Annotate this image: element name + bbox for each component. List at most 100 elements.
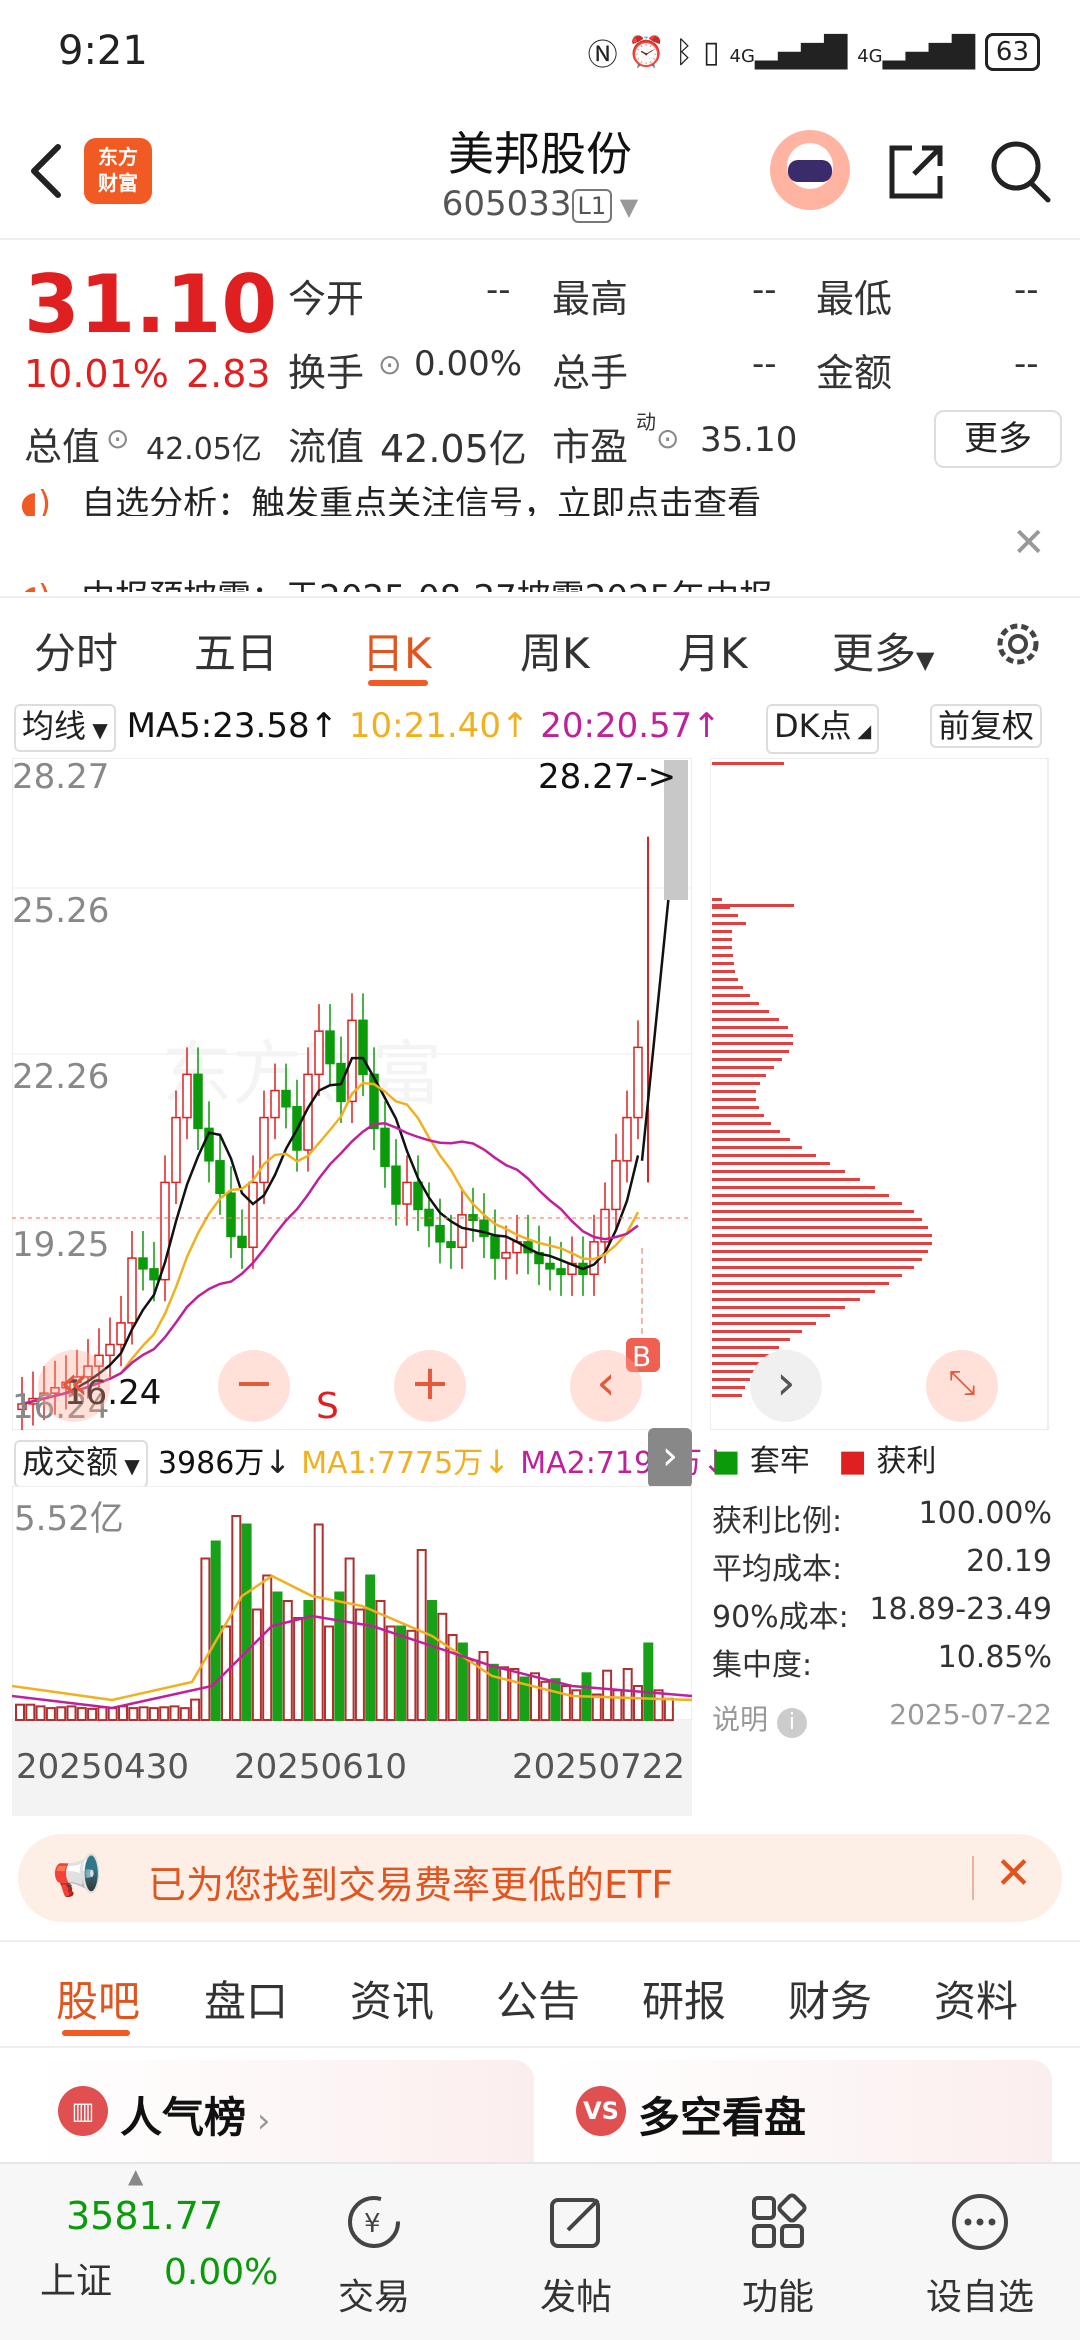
tab-monthly-k[interactable]: 月K xyxy=(678,620,748,681)
assistant-robot-icon[interactable] xyxy=(770,130,850,210)
ma-selector[interactable]: 均线 ▼ xyxy=(14,704,116,752)
candle xyxy=(446,1241,456,1249)
tab-announcements[interactable]: 公告 xyxy=(496,1968,580,2029)
y-label: 25.26 xyxy=(12,891,109,931)
volume-chart[interactable]: 5.52亿 20250430 20250610 20250722 xyxy=(12,1486,692,1816)
tab-weekly-k[interactable]: 周K xyxy=(520,620,590,681)
next-indicator-button[interactable]: › xyxy=(648,1428,692,1488)
chip-bar xyxy=(712,1114,764,1117)
expand-icon[interactable]: ⤡ xyxy=(926,1350,998,1422)
expand-up-icon[interactable]: ▲ xyxy=(128,2164,143,2188)
zoom-in-button[interactable]: + xyxy=(394,1350,466,1422)
tab-news[interactable]: 资讯 xyxy=(350,1968,434,2029)
chip-bar xyxy=(712,1066,774,1069)
chip-bar xyxy=(712,1058,782,1061)
low-label: 最低 xyxy=(816,277,893,321)
nav-post[interactable]: 发帖 xyxy=(506,2164,646,2340)
nav-features[interactable]: 功能 xyxy=(708,2164,848,2340)
y-label-top: 28.27 xyxy=(12,758,109,797)
volume-bar xyxy=(35,1705,46,1721)
candle xyxy=(138,1257,148,1270)
chip-bar xyxy=(712,978,738,981)
kline-chart[interactable]: 东方财富 28.27 25.26 22.26 19.25 16.24 28.27… xyxy=(12,758,692,1430)
date-label: 20250722 xyxy=(512,1747,685,1787)
chip-note: 说明 i 2025-07-22 xyxy=(712,1698,1052,1738)
etf-banner-text: 已为您找到交易费率更低的ETF xyxy=(148,1863,674,1907)
tab-more[interactable]: 更多▼ xyxy=(832,620,934,681)
chip-bar xyxy=(712,1370,755,1373)
chip-distribution-chart[interactable] xyxy=(710,758,1050,1430)
nav-label: 交易 xyxy=(337,2277,410,2318)
float-value: 42.05亿 xyxy=(380,427,527,471)
card-title: 人气榜 xyxy=(120,2093,247,2142)
chip-bar xyxy=(712,1266,914,1269)
more-button[interactable]: 更多 xyxy=(934,410,1062,468)
adjust-selector[interactable]: 前复权 xyxy=(930,704,1043,748)
volume-indicator-selector[interactable]: 成交额 ▼ xyxy=(14,1440,148,1488)
chip-bar xyxy=(712,962,734,965)
notice-report[interactable]: ◖)中报预披露：于2025-08-27披露2025年中报 xyxy=(20,570,773,592)
zoom-out-button[interactable]: − xyxy=(218,1350,290,1422)
mktcap-label: 总值 xyxy=(24,425,101,469)
volume-bar xyxy=(200,1557,211,1721)
divider xyxy=(0,238,1080,240)
tab-5day[interactable]: 五日 xyxy=(194,620,278,681)
chip-bar xyxy=(712,1178,860,1181)
tab-research[interactable]: 研报 xyxy=(642,1968,726,2029)
open-value: -- xyxy=(486,270,511,310)
scroll-left-fast-button[interactable]: « xyxy=(38,1350,110,1422)
tab-intraday[interactable]: 分时 xyxy=(34,620,118,681)
tab-finance[interactable]: 财务 xyxy=(788,1968,872,2029)
more-dots-icon xyxy=(952,2194,1008,2250)
candle xyxy=(281,1089,291,1108)
index-value[interactable]: 3581.77 xyxy=(66,2194,223,2238)
nav-add-watchlist[interactable]: 设自选 xyxy=(910,2164,1050,2340)
candle xyxy=(633,1046,643,1119)
tab-profile[interactable]: 资料 xyxy=(934,1968,1018,2029)
volume-bar xyxy=(313,1523,324,1721)
info-dots-icon[interactable]: ⊙ xyxy=(378,348,401,381)
candle xyxy=(545,1262,555,1270)
speaker-icon: ◖) xyxy=(20,578,51,592)
scroll-left-button[interactable]: ‹ xyxy=(570,1350,642,1422)
candle xyxy=(116,1322,126,1346)
chip-bar xyxy=(712,1106,759,1109)
candle xyxy=(105,1343,115,1357)
notice-analysis[interactable]: ◖) 自选分析：触发重点关注信号，立即点击查看 xyxy=(20,476,761,516)
dropdown-triangle-icon: ▼ xyxy=(612,193,639,221)
high-marker: 28.27-> xyxy=(538,758,676,797)
chip-stat-row: 集中度: 10.85% xyxy=(712,1640,1052,1683)
gear-icon[interactable] xyxy=(990,616,1046,672)
info-icon: i xyxy=(776,1708,807,1738)
chip-bar xyxy=(712,1002,759,1005)
explain-link[interactable]: 说明 i xyxy=(712,1698,807,1738)
candle xyxy=(402,1181,412,1205)
info-dots-icon[interactable]: ⊙ xyxy=(106,422,129,455)
volume-ma1: MA1:7775万 xyxy=(301,1446,484,1481)
y-label: 22.26 xyxy=(12,1057,109,1097)
tab-indicator xyxy=(368,680,428,686)
chip-bar xyxy=(712,1018,779,1021)
share-icon[interactable] xyxy=(884,140,948,204)
info-dots-icon[interactable]: ⊙ xyxy=(656,422,679,455)
tab-daily-k[interactable]: 日K xyxy=(362,620,432,681)
next-button[interactable]: › xyxy=(750,1350,822,1422)
date-label: 20250610 xyxy=(234,1747,407,1787)
sell-marker: S xyxy=(316,1386,339,1427)
close-icon[interactable]: ✕ xyxy=(1012,520,1046,566)
close-icon[interactable]: ✕ xyxy=(995,1848,1032,1899)
chip-bar xyxy=(712,1338,790,1341)
tab-forum[interactable]: 股吧 xyxy=(56,1968,140,2029)
etf-banner[interactable]: 📢 已为您找到交易费率更低的ETF ✕ xyxy=(18,1834,1062,1922)
chip-bar xyxy=(712,930,732,933)
nav-trade[interactable]: ¥ 交易 xyxy=(304,2164,444,2340)
tab-orderbook[interactable]: 盘口 xyxy=(204,1968,288,2029)
candle xyxy=(611,1160,621,1211)
level-badge: L1 xyxy=(571,188,613,223)
candle xyxy=(413,1181,423,1211)
ma10-value: 10:21.40 xyxy=(348,706,501,746)
search-icon[interactable] xyxy=(988,138,1052,204)
chip-bar xyxy=(712,1202,902,1205)
chip-bar xyxy=(712,898,722,901)
dk-point-selector[interactable]: DK点 ◢ xyxy=(766,704,880,754)
